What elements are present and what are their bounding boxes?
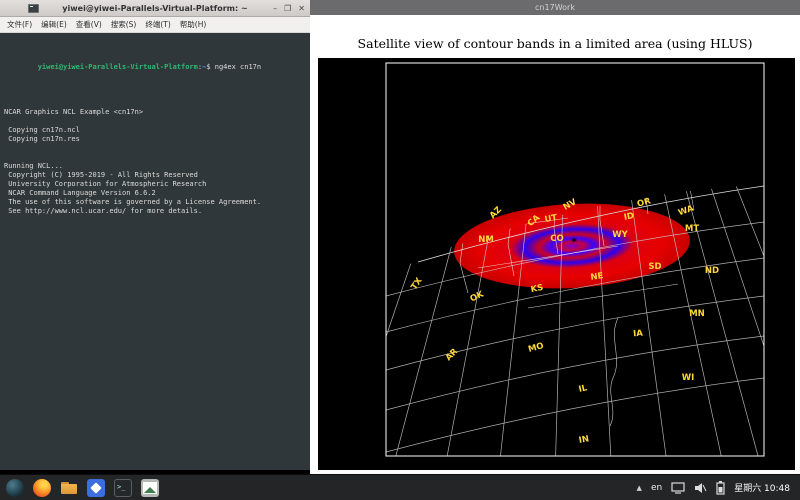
menu-item[interactable]: 查看(V): [72, 18, 106, 31]
terminal-body[interactable]: yiwei@yiwei-Parallels-Virtual-Platform:~…: [0, 33, 310, 470]
taskbar: >_ ▲ en 星期六 10:48: [0, 474, 800, 500]
system-tray: ▲ en 星期六 10:48: [637, 481, 794, 495]
tray-expander-icon[interactable]: ▲: [637, 484, 642, 492]
state-label-or: OR: [636, 196, 652, 209]
state-label-nd: ND: [705, 266, 719, 276]
software-center-icon[interactable]: [87, 479, 105, 497]
taskbar-launchers: >_: [6, 479, 159, 497]
menu-item[interactable]: 文件(F): [3, 18, 36, 31]
firefox-icon[interactable]: [33, 479, 51, 497]
terminal-output-line: Copying cn17n.ncl: [4, 126, 306, 135]
applications-menu-icon[interactable]: [6, 479, 24, 497]
terminal-output: NCAR Graphics NCL Example <cn17n> Copyin…: [4, 99, 306, 216]
terminal-launcher-icon[interactable]: >_: [114, 479, 132, 497]
map-label-layer: AZ CAUT NV ORID WA MT WY CO NM TX OK KS NE SD ND MN IA MO…: [318, 58, 795, 470]
prompt-command: ng4ex cn17n: [211, 63, 262, 71]
terminal-output-line: NCAR Command Language Version 6.6.2: [4, 189, 306, 198]
prompt-user: yiwei@yiwei-Parallels-Virtual-Platform: [38, 63, 198, 71]
menu-item[interactable]: 帮助(H): [176, 18, 211, 31]
terminal-output-line: [4, 144, 306, 153]
terminal-output-line: [4, 117, 306, 126]
state-label-ut: UT: [544, 213, 558, 225]
state-label-az: AZ: [488, 205, 504, 221]
plot-window-title: cn17Work: [535, 3, 575, 12]
terminal-output-line: University Corporation for Atmospheric R…: [4, 180, 306, 189]
image-viewer-icon[interactable]: [141, 479, 159, 497]
state-label-ne: NE: [590, 271, 604, 283]
state-label-tx: TX: [409, 276, 424, 292]
terminal-prompt-line: yiwei@yiwei-Parallels-Virtual-Platform:~…: [4, 54, 306, 81]
state-label-mn: MN: [689, 309, 705, 319]
close-button[interactable]: ✕: [298, 5, 305, 13]
desktop: yiwei@yiwei-Parallels-Virtual-Platform: …: [0, 0, 800, 500]
terminal-menubar: 文件(F)编辑(E)查看(V)搜索(S)终端(T)帮助(H): [0, 17, 310, 33]
maximize-button[interactable]: ❐: [284, 5, 291, 13]
state-label-ia: IA: [633, 329, 644, 340]
terminal-output-line: NCAR Graphics NCL Example <cn17n>: [4, 108, 306, 117]
battery-icon[interactable]: [716, 481, 725, 495]
terminal-output-line: Copying cn17n.res: [4, 135, 306, 144]
terminal-window-controls: – ❐ ✕: [273, 0, 305, 17]
state-label-ok: OK: [469, 290, 486, 305]
clock[interactable]: 星期六 10:48: [734, 481, 794, 494]
file-manager-icon[interactable]: [60, 479, 78, 497]
state-label-mt: MT: [685, 224, 699, 234]
menu-item[interactable]: 编辑(E): [37, 18, 71, 31]
terminal-output-line: The use of this software is governed by …: [4, 198, 306, 207]
plot-window: cn17Work Satellite view of contour bands…: [310, 0, 800, 474]
state-label-sd: SD: [648, 262, 661, 272]
terminal-titlebar[interactable]: yiwei@yiwei-Parallels-Virtual-Platform: …: [0, 0, 310, 17]
volume-icon[interactable]: [694, 482, 707, 494]
terminal-glyph: >_: [117, 483, 125, 491]
plot-canvas: AZ CAUT NV ORID WA MT WY CO NM TX OK KS NE SD ND MN IA MO…: [318, 58, 795, 470]
menu-item[interactable]: 终端(T): [141, 18, 174, 31]
terminal-output-line: See http://www.ncl.ucar.edu/ for more de…: [4, 207, 306, 216]
state-label-ks: KS: [530, 283, 544, 295]
state-label-id: ID: [623, 211, 635, 223]
minimize-button[interactable]: –: [273, 5, 277, 13]
terminal-output-line: Copyright (C) 1995-2019 - All Rights Res…: [4, 171, 306, 180]
terminal-output-line: Running NCL...: [4, 162, 306, 171]
state-label-il: IL: [578, 383, 588, 395]
state-label-mo: MO: [527, 341, 545, 355]
state-label-in: IN: [578, 434, 590, 446]
state-label-wy: WY: [612, 230, 628, 240]
menu-item[interactable]: 搜索(S): [107, 18, 141, 31]
terminal-window: yiwei@yiwei-Parallels-Virtual-Platform: …: [0, 0, 310, 470]
map-asterisk-marker: *: [571, 236, 577, 249]
state-label-wa: WA: [677, 204, 695, 219]
display-icon[interactable]: [671, 482, 685, 494]
terminal-output-line: [4, 99, 306, 108]
input-method-indicator[interactable]: en: [651, 483, 662, 493]
state-label-wi: WI: [682, 373, 695, 383]
state-label-co: CO: [550, 234, 563, 244]
terminal-output-line: [4, 153, 306, 162]
terminal-window-title: yiwei@yiwei-Parallels-Virtual-Platform: …: [0, 4, 310, 13]
terminal-app-icon: [28, 4, 39, 13]
state-label-ca: CA: [526, 213, 542, 229]
chart-title: Satellite view of contour bands in a lim…: [310, 36, 800, 51]
state-label-ar: AR: [444, 347, 460, 363]
state-label-nm: NM: [478, 235, 494, 245]
plot-titlebar[interactable]: cn17Work: [310, 0, 800, 15]
state-label-nv: NV: [562, 197, 579, 213]
